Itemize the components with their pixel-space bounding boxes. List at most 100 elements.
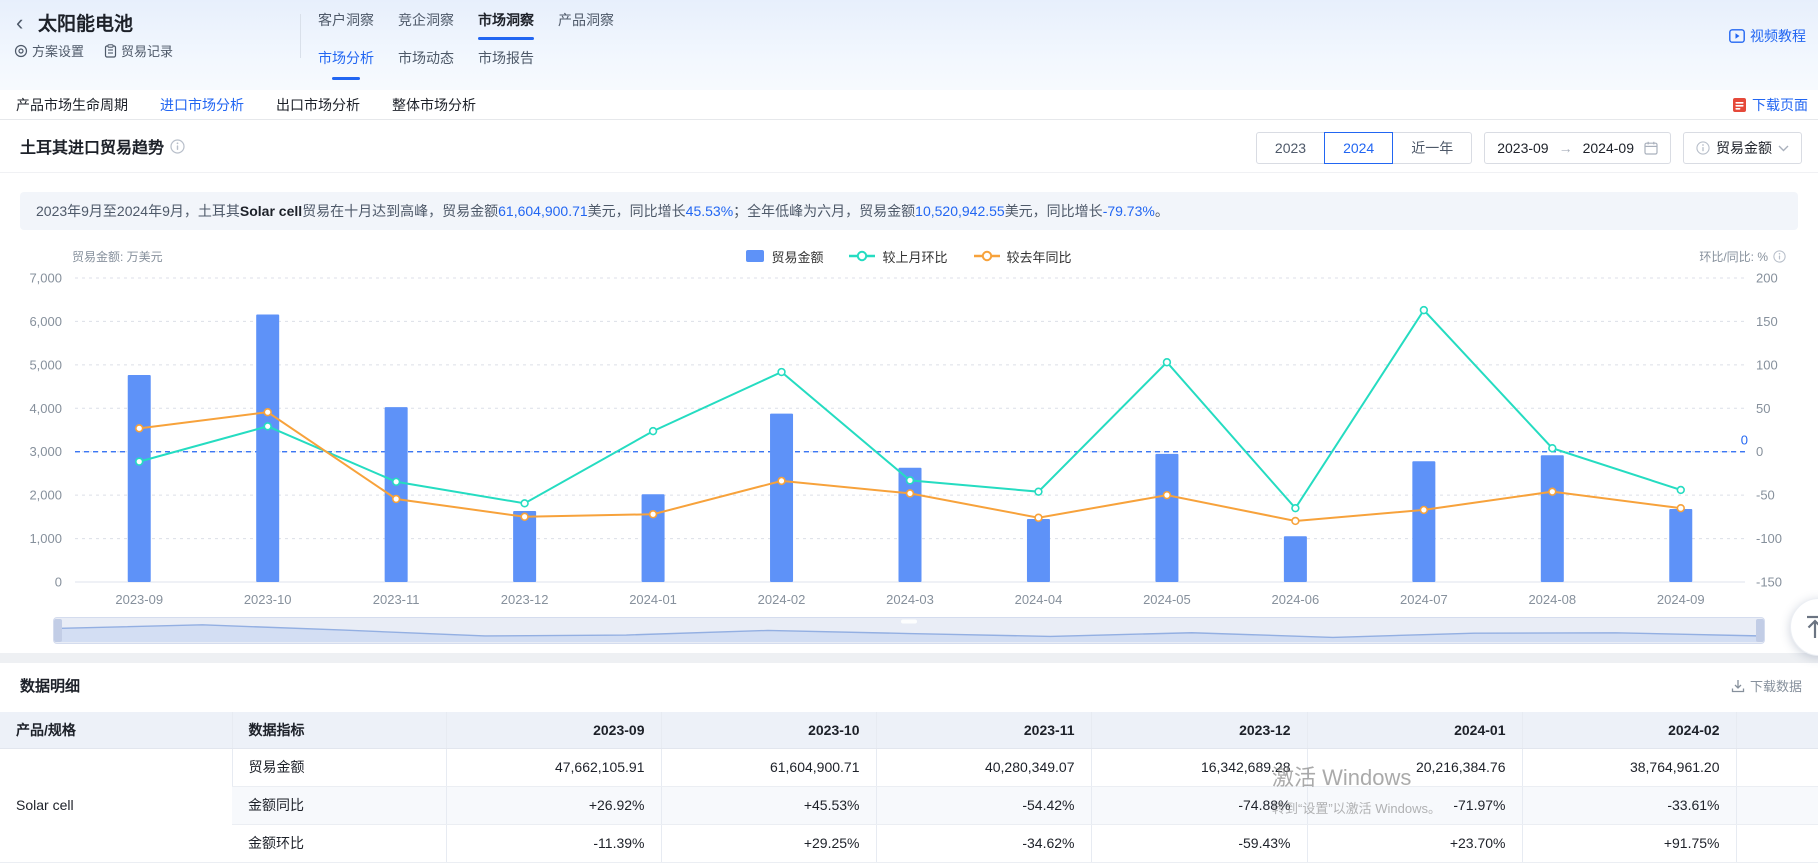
clipboard-icon <box>104 44 117 58</box>
legend-yoy[interactable]: 较去年同比 <box>974 247 1072 266</box>
value-cell: -11.39% <box>446 824 661 862</box>
arrow-up-to-bar-icon <box>1804 615 1818 639</box>
svg-text:7,000: 7,000 <box>29 271 62 286</box>
value-cell: 47,662,105.91 <box>446 748 661 786</box>
subtab-market-report[interactable]: 市场报告 <box>478 48 534 80</box>
back-button[interactable]: ‹ <box>16 10 23 36</box>
legend-trade-amount[interactable]: 贸易金额 <box>746 247 823 266</box>
tab-market-insight[interactable]: 市场洞察 <box>478 10 534 40</box>
slider-handle-left[interactable] <box>54 619 62 642</box>
value-cell: 38,764,961.20 <box>1522 748 1736 786</box>
data-detail-table: 产品/规格数据指标2023-092023-102023-112023-12202… <box>0 712 1818 863</box>
svg-text:100: 100 <box>1756 357 1778 372</box>
download-data-link[interactable]: 下载数据 <box>1731 676 1802 695</box>
trade-records-label: 贸易记录 <box>121 41 173 60</box>
tab-customer-insight[interactable]: 客户洞察 <box>318 10 374 40</box>
slider-handle-right[interactable] <box>1756 619 1764 642</box>
video-tutorial-link[interactable]: 视频教程 <box>1729 26 1806 46</box>
svg-text:2023-11: 2023-11 <box>373 592 420 607</box>
app-header: ‹ 太阳能电池 方案设置 贸易记录 客户洞察 竞企洞察 市场洞察 产品洞察 市场… <box>0 0 1818 90</box>
column-header: 产品/规格 <box>0 712 232 748</box>
svg-text:-100: -100 <box>1756 531 1782 546</box>
line-marker-icon <box>974 250 1000 262</box>
value-cell: +45.53% <box>661 786 876 824</box>
info-icon[interactable] <box>170 139 185 154</box>
insight-tabs: 客户洞察 竞企洞察 市场洞察 产品洞察 <box>318 10 614 40</box>
svg-text:2024-09: 2024-09 <box>1657 592 1705 607</box>
bar-swatch-icon <box>746 250 764 262</box>
svg-text:0: 0 <box>1756 444 1763 459</box>
table-header-row: 产品/规格数据指标2023-092023-102023-112023-12202… <box>0 712 1818 748</box>
nav-overall-market-analysis[interactable]: 整体市场分析 <box>392 90 476 123</box>
recent-year-button[interactable]: 近一年 <box>1392 132 1472 164</box>
subtab-market-analysis[interactable]: 市场分析 <box>318 48 374 80</box>
value-cell: 61,604,900.71 <box>661 748 876 786</box>
trend-summary: 2023年9月至2024年9月，土耳其Solar cell贸易在十月达到高峰，贸… <box>20 192 1798 230</box>
year-2024-button[interactable]: 2024 <box>1324 132 1393 164</box>
data-detail-card: 数据明细 下载数据 产品/规格数据指标2023-092023-102023-11… <box>0 663 1818 857</box>
table-row: Solar cell贸易金额47,662,105.9161,604,900.71… <box>0 748 1818 786</box>
value-cell: -59.43% <box>1091 824 1307 862</box>
table-row: 金额同比+26.92%+45.53%-54.42%-74.88%-71.97%-… <box>0 786 1818 824</box>
svg-text:150: 150 <box>1756 314 1778 329</box>
svg-text:2024-08: 2024-08 <box>1528 592 1576 607</box>
svg-text:0: 0 <box>55 575 62 590</box>
value-cell: 40,280,349.07 <box>876 748 1091 786</box>
download-page-link[interactable]: 下载页面 <box>1732 95 1808 115</box>
scheme-settings-link[interactable]: 方案设置 <box>14 41 84 60</box>
svg-text:2024-05: 2024-05 <box>1143 592 1191 607</box>
legend-label: 较去年同比 <box>1007 247 1072 266</box>
svg-text:2024-06: 2024-06 <box>1272 592 1320 607</box>
value-cell: -71.97% <box>1307 786 1522 824</box>
svg-text:2024-04: 2024-04 <box>1015 592 1063 607</box>
range-end: 2024-09 <box>1583 140 1634 156</box>
metric-cell: 金额环比 <box>232 824 446 862</box>
chevron-down-icon <box>1778 145 1789 152</box>
svg-text:3,000: 3,000 <box>29 444 62 459</box>
metric-dropdown[interactable]: 贸易金额 <box>1683 132 1802 164</box>
range-start: 2023-09 <box>1497 140 1548 156</box>
svg-text:1,000: 1,000 <box>29 531 62 546</box>
nav-product-lifecycle[interactable]: 产品市场生命周期 <box>16 90 128 123</box>
divider <box>0 172 1818 173</box>
calendar-icon <box>1644 141 1658 155</box>
value-cell: +91.75% <box>1522 824 1736 862</box>
info-icon[interactable] <box>1773 250 1786 263</box>
value-cell: +23.70% <box>1307 824 1522 862</box>
svg-text:-50: -50 <box>1756 488 1775 503</box>
svg-text:4,000: 4,000 <box>29 401 62 416</box>
product-cell: Solar cell <box>0 748 232 862</box>
nav-import-market-analysis[interactable]: 进口市场分析 <box>160 90 244 123</box>
page-title: 太阳能电池 <box>38 9 133 36</box>
tab-product-insight[interactable]: 产品洞察 <box>558 10 614 40</box>
value-cell: +29.25% <box>661 824 876 862</box>
video-tutorial-label: 视频教程 <box>1750 26 1806 46</box>
value-cell: -33.61% <box>1522 786 1736 824</box>
svg-text:2024-07: 2024-07 <box>1400 592 1448 607</box>
year-2023-button[interactable]: 2023 <box>1256 132 1325 164</box>
column-header: 2023-11 <box>876 712 1091 748</box>
download-icon <box>1731 679 1745 693</box>
line-marker-icon <box>849 250 875 262</box>
subtab-market-dynamics[interactable]: 市场动态 <box>398 48 454 80</box>
right-axis-unit: 环比/同比: % <box>1699 248 1768 265</box>
legend-label: 较上月环比 <box>882 247 947 266</box>
scheme-settings-label: 方案设置 <box>32 41 84 60</box>
trade-records-link[interactable]: 贸易记录 <box>104 41 173 60</box>
trade-trend-chart[interactable]: 01,0002,0003,0004,0005,0006,0007,000-150… <box>0 270 1818 620</box>
svg-text:2023-12: 2023-12 <box>501 592 549 607</box>
table-title: 数据明细 <box>20 675 80 696</box>
svg-text:2024-03: 2024-03 <box>886 592 934 607</box>
year-segmented-control: 2023 2024 近一年 <box>1256 132 1472 164</box>
target-icon <box>14 44 28 58</box>
date-range-picker[interactable]: 2023-09 → 2024-09 <box>1484 132 1671 164</box>
column-header: 2023-12 <box>1091 712 1307 748</box>
value-cell: +26.92% <box>446 786 661 824</box>
tab-competitor-insight[interactable]: 竞企洞察 <box>398 10 454 40</box>
legend-mom[interactable]: 较上月环比 <box>849 247 947 266</box>
chart-zoom-slider[interactable] <box>53 617 1765 644</box>
metric-cell: 金额同比 <box>232 786 446 824</box>
x-axis-labels: 2023-092023-102023-112023-122024-012024-… <box>115 592 1704 607</box>
legend-label: 贸易金额 <box>771 247 823 266</box>
nav-export-market-analysis[interactable]: 出口市场分析 <box>276 90 360 123</box>
